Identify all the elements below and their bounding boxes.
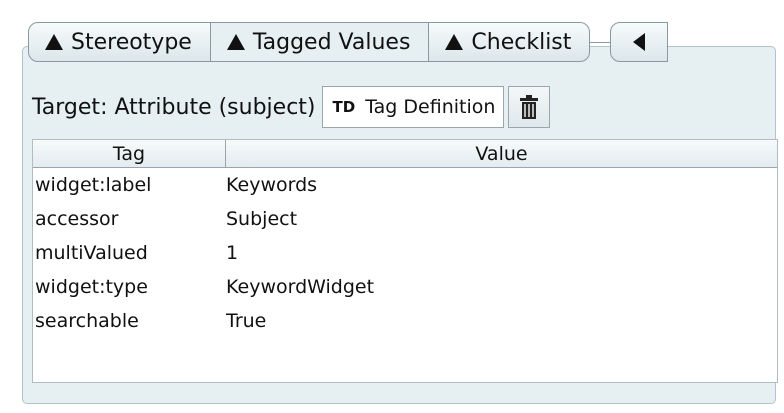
trash-icon [520,95,539,119]
tab-stereotype[interactable]: Stereotype [28,22,211,62]
tab-label: Checklist [471,29,572,55]
table-row[interactable]: widget:label Keywords [33,168,777,202]
tag-definition-button[interactable]: TD Tag Definition [321,86,505,128]
value-cell: KeywordWidget [226,276,375,298]
tag-definition-label: Tag Definition [365,96,496,118]
tag-cell: widget:label [35,174,152,196]
value-cell: Keywords [226,174,318,196]
tag-cell: multiValued [35,242,148,264]
triangle-up-icon [226,34,245,50]
value-cell: 1 [226,242,239,264]
target-row: Target: Attribute (subject) TD Tag Defin… [32,86,551,128]
tag-cell: widget:type [35,276,148,298]
triangle-up-icon [45,34,63,50]
table-row[interactable]: searchable True [33,304,777,338]
triangle-left-icon [633,33,646,51]
tab-tagged-values[interactable]: Tagged Values [210,22,430,62]
tagged-values-table: Tag Value widget:label Keywords accessor… [32,139,778,383]
target-label: Target: Attribute (subject) [32,94,316,120]
delete-tag-button[interactable] [508,86,551,128]
table-header: Tag Value [33,140,777,168]
column-header-value[interactable]: Value [226,140,777,167]
table-row[interactable]: widget:type KeywordWidget [33,270,777,304]
tab-checklist[interactable]: Checklist [429,22,591,62]
tab-scroll-left-button[interactable] [610,22,669,62]
table-row[interactable]: multiValued 1 [33,236,777,270]
tab-connector [590,20,611,64]
column-header-tag[interactable]: Tag [33,140,226,167]
tag-cell: accessor [35,208,119,230]
value-cell: True [226,310,267,332]
table-row[interactable]: accessor Subject [33,202,777,236]
tab-label: Stereotype [71,29,192,55]
tag-cell: searchable [35,310,139,332]
triangle-up-icon [445,34,464,50]
value-cell: Subject [226,208,298,230]
tab-strip: Stereotype Tagged Values Checklist [28,20,669,64]
tag-definition-icon: TD [332,98,356,116]
tab-label: Tagged Values [252,29,411,55]
